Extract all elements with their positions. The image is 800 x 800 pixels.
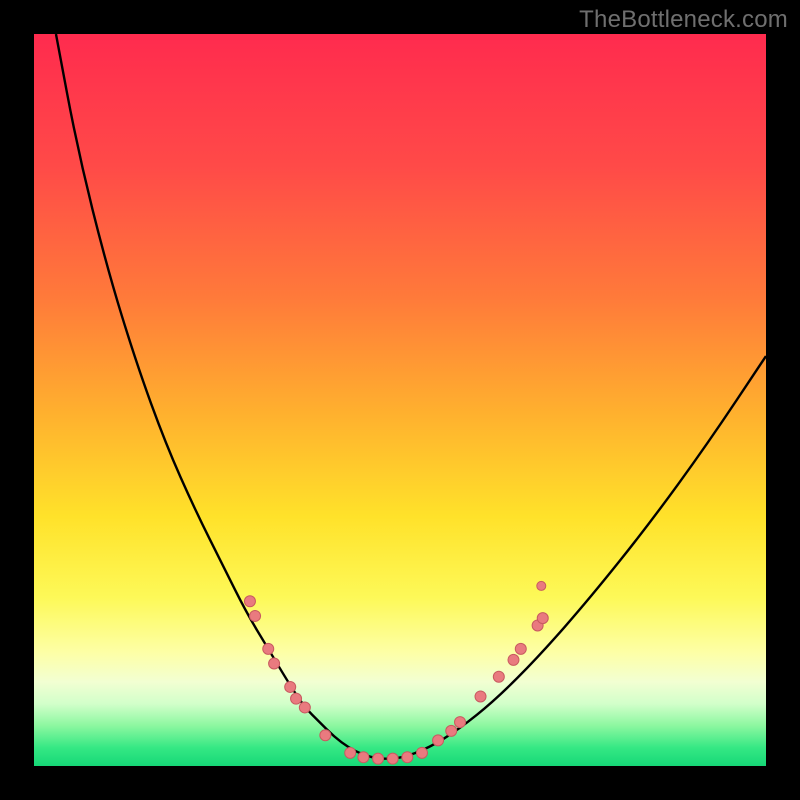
curve-marker <box>244 596 255 607</box>
curve-marker <box>250 610 261 621</box>
curve-marker <box>416 747 427 758</box>
watermark-text: TheBottleneck.com <box>579 6 788 34</box>
curve-marker <box>493 671 504 682</box>
bottleneck-curve <box>56 34 766 759</box>
curve-markers <box>244 581 548 764</box>
curve-marker <box>475 691 486 702</box>
curve-marker <box>263 643 274 654</box>
curve-marker <box>373 753 384 764</box>
chart-frame: TheBottleneck.com <box>0 0 800 800</box>
curve-marker <box>320 730 331 741</box>
curve-marker <box>285 681 296 692</box>
curve-marker <box>446 725 457 736</box>
curve-marker <box>508 654 519 665</box>
plot-area <box>34 34 766 766</box>
curve-marker <box>515 643 526 654</box>
curve-marker <box>269 658 280 669</box>
curve-marker <box>433 735 444 746</box>
curve-marker <box>358 752 369 763</box>
curve-marker <box>455 717 466 728</box>
curve-marker <box>291 693 302 704</box>
curve-marker <box>537 581 546 590</box>
curve-marker <box>299 702 310 713</box>
curve-marker <box>402 752 413 763</box>
curve-marker <box>387 753 398 764</box>
curve-layer <box>34 34 766 766</box>
curve-marker <box>537 613 548 624</box>
curve-marker <box>345 747 356 758</box>
